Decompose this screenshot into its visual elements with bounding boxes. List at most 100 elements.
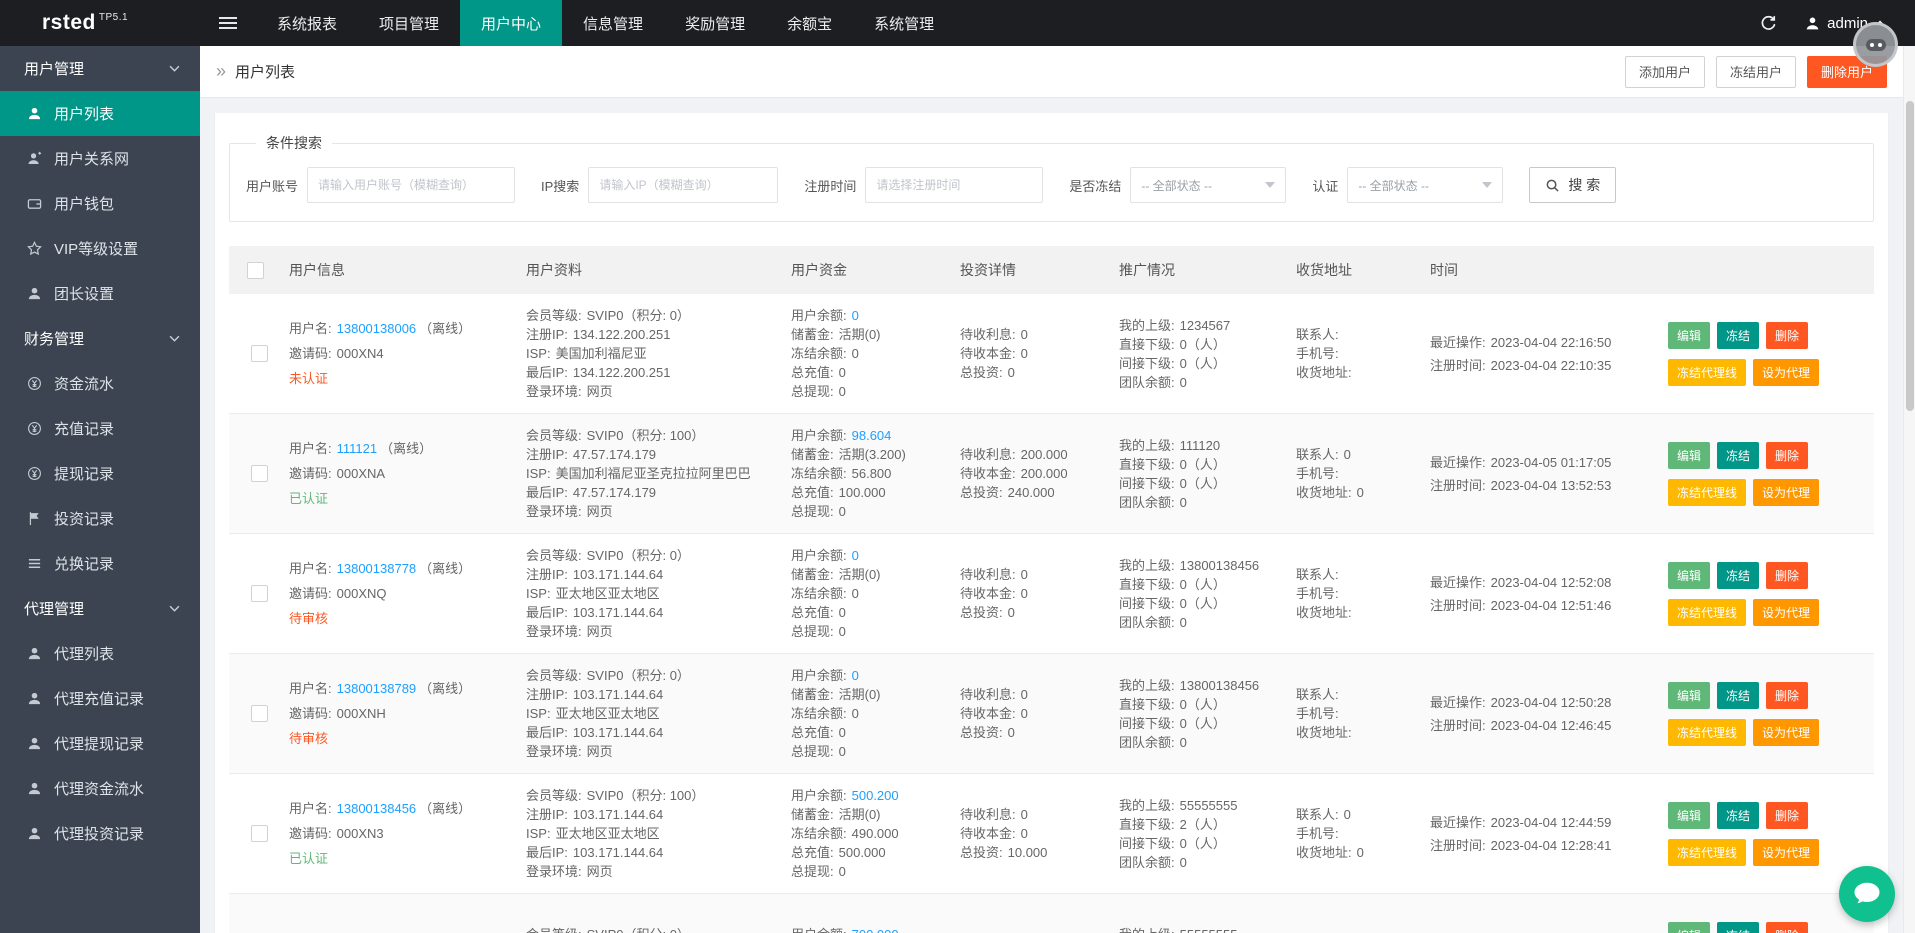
sidebar-item[interactable]: VIP等级设置: [0, 226, 200, 271]
username-link[interactable]: 13800138778: [337, 561, 417, 576]
sidebar-item-label: 提现记录: [54, 466, 115, 483]
field-value: 0: [1179, 734, 1187, 750]
freeze-button[interactable]: 冻结: [1717, 561, 1760, 589]
delete-button[interactable]: 删除: [1766, 561, 1809, 589]
scrollbar-thumb[interactable]: [1906, 101, 1914, 411]
freeze-user-button[interactable]: 冻结用户: [1715, 55, 1796, 88]
freeze-button[interactable]: 冻结: [1717, 681, 1760, 709]
field-label: 注册IP:: [526, 327, 568, 342]
nav-item[interactable]: 系统报表: [256, 0, 358, 46]
freeze-agent-button[interactable]: 冻结代理线: [1668, 718, 1747, 746]
action-row: 编辑冻结删除: [1668, 441, 1866, 469]
chat-button[interactable]: [1839, 866, 1895, 922]
freeze-button[interactable]: 冻结: [1717, 321, 1760, 349]
set-agent-button[interactable]: 设为代理: [1753, 478, 1820, 506]
freeze-agent-button[interactable]: 冻结代理线: [1668, 838, 1747, 866]
nav-item[interactable]: 系统管理: [853, 0, 955, 46]
field-value[interactable]: 98.604: [852, 428, 892, 443]
sidebar-item[interactable]: 用户钱包: [0, 181, 200, 226]
username-link[interactable]: 13800138789: [337, 681, 417, 696]
register-time-input[interactable]: [865, 167, 1044, 203]
set-agent-button[interactable]: 设为代理: [1753, 838, 1820, 866]
sidebar-item[interactable]: 团长设置: [0, 271, 200, 316]
field-label: 手机号:: [1296, 346, 1339, 361]
edit-button[interactable]: 编辑: [1668, 681, 1711, 709]
field-line: 团队余额: 0: [1119, 493, 1288, 512]
row-checkbox[interactable]: [250, 705, 268, 722]
filter-register-time: 注册时间: [804, 167, 1044, 203]
field-value[interactable]: 0: [852, 308, 859, 323]
field-value[interactable]: 700.000: [852, 927, 899, 933]
nav-item[interactable]: 项目管理: [358, 0, 460, 46]
field-label: 用户余额:: [791, 548, 847, 563]
nav-item[interactable]: 余额宝: [766, 0, 853, 46]
sidebar-item[interactable]: 充值记录: [0, 406, 200, 451]
account-input[interactable]: [307, 167, 516, 203]
sidebar-item[interactable]: 代理充值记录: [0, 676, 200, 721]
nav-item[interactable]: 信息管理: [562, 0, 664, 46]
freeze-agent-button[interactable]: 冻结代理线: [1668, 358, 1747, 386]
field-label: ISP:: [526, 706, 551, 721]
sidebar-item[interactable]: 代理列表: [0, 631, 200, 676]
edit-button[interactable]: 编辑: [1668, 921, 1711, 933]
field-value[interactable]: 500.200: [852, 788, 899, 803]
breadcrumb-bar: » 用户列表 添加用户 冻结用户 删除用户: [200, 46, 1903, 98]
freeze-button[interactable]: 冻结: [1717, 921, 1760, 933]
username-link[interactable]: 111121: [337, 441, 378, 456]
sidebar-group[interactable]: 财务管理: [0, 316, 200, 361]
freeze-agent-button[interactable]: 冻结代理线: [1668, 598, 1747, 626]
refresh-icon[interactable]: [1760, 15, 1777, 32]
field-value[interactable]: 0: [852, 548, 859, 563]
ip-input[interactable]: [588, 167, 779, 203]
field-line: 用户余额: 500.200: [791, 786, 952, 805]
username-link[interactable]: 13800138006: [337, 321, 417, 336]
edit-button[interactable]: 编辑: [1668, 561, 1711, 589]
row-checkbox[interactable]: [250, 585, 268, 602]
sidebar-item[interactable]: 资金流水: [0, 361, 200, 406]
cell-time: 最近操作: 2023-04-05 01:17:05 注册时间: 2023-04-04 …: [1430, 414, 1668, 533]
floating-service-widget[interactable]: [1853, 22, 1898, 67]
user-table: 用户信息 用户资料 用户资金 投资详情 推广情况 收货地址 时间 用户名: 138001380…: [229, 246, 1874, 933]
freeze-button[interactable]: 冻结: [1717, 441, 1760, 469]
select-all-checkbox[interactable]: [246, 261, 264, 279]
row-checkbox[interactable]: [250, 345, 268, 362]
sidebar-item[interactable]: 代理提现记录: [0, 721, 200, 766]
freeze-agent-button[interactable]: 冻结代理线: [1668, 478, 1747, 506]
delete-button[interactable]: 删除: [1766, 681, 1809, 709]
sidebar-group[interactable]: 代理管理: [0, 586, 200, 631]
set-agent-button[interactable]: 设为代理: [1753, 358, 1820, 386]
freeze-button[interactable]: 冻结: [1717, 801, 1760, 829]
edit-button[interactable]: 编辑: [1668, 801, 1711, 829]
auth-select[interactable]: -- 全部状态 --: [1347, 167, 1504, 203]
edit-button[interactable]: 编辑: [1668, 321, 1711, 349]
sidebar-item[interactable]: 投资记录: [0, 496, 200, 541]
sidebar-item[interactable]: 代理投资记录: [0, 811, 200, 856]
menu-toggle-icon[interactable]: [200, 0, 256, 46]
delete-button[interactable]: 删除: [1766, 801, 1809, 829]
sidebar-item[interactable]: 用户列表: [0, 91, 200, 136]
delete-button[interactable]: 删除: [1766, 441, 1809, 469]
field-line: 总提现: 0: [791, 862, 952, 881]
row-checkbox[interactable]: [250, 825, 268, 842]
delete-button[interactable]: 删除: [1766, 921, 1809, 933]
set-agent-button[interactable]: 设为代理: [1753, 718, 1820, 746]
sidebar-item[interactable]: 提现记录: [0, 451, 200, 496]
sidebar-group[interactable]: 用户管理: [0, 46, 200, 91]
field-value[interactable]: 0: [852, 668, 859, 683]
row-checkbox[interactable]: [250, 465, 268, 482]
nav-item[interactable]: 用户中心: [460, 0, 563, 46]
freeze-select[interactable]: -- 全部状态 --: [1130, 167, 1287, 203]
sidebar-item[interactable]: 代理资金流水: [0, 766, 200, 811]
set-agent-button[interactable]: 设为代理: [1753, 598, 1820, 626]
sidebar-item[interactable]: 兑换记录: [0, 541, 200, 586]
edit-button[interactable]: 编辑: [1668, 441, 1711, 469]
sidebar-item[interactable]: 用户关系网: [0, 136, 200, 181]
scrollbar[interactable]: [1903, 46, 1915, 933]
cell-profile: 会员等级:SVIP0（积分: 0）注册IP:115.84.84.14ISP:老挝: [526, 894, 791, 933]
delete-button[interactable]: 删除: [1766, 321, 1809, 349]
search-button[interactable]: 搜 索: [1529, 167, 1617, 203]
username-link[interactable]: 13800138456: [337, 801, 417, 816]
add-user-button[interactable]: 添加用户: [1624, 55, 1705, 88]
nav-item[interactable]: 奖励管理: [664, 0, 766, 46]
field-label: 用户余额:: [791, 788, 847, 803]
